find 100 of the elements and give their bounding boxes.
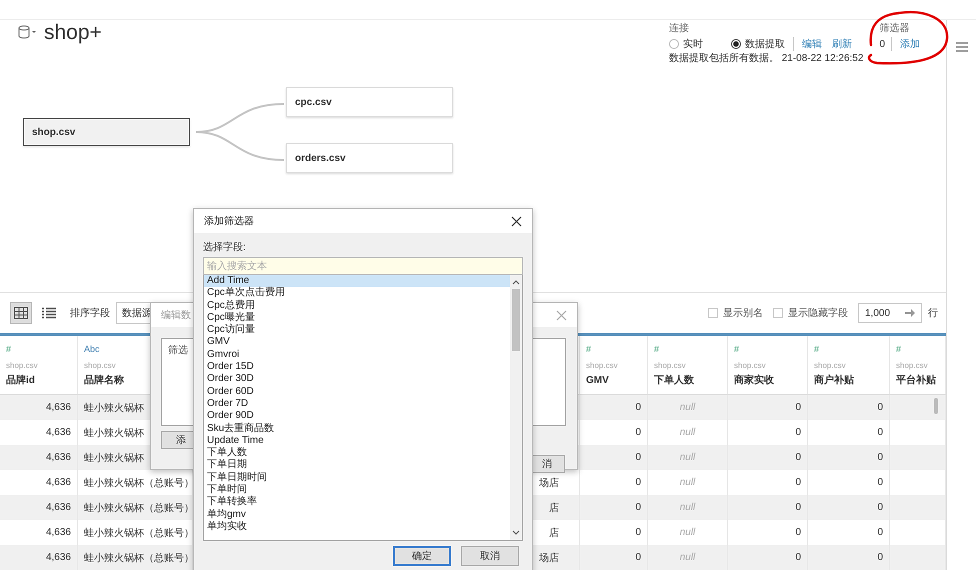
column-source: shop.csv [654,360,686,372]
field-type-icon: # [734,342,740,356]
table-cell-text: 蛙小辣火锅杯（总账号） [84,476,194,490]
table-cell-text: 蛙小辣火锅杯 [84,452,144,464]
field-list-item[interactable]: 下单转换率 [204,496,510,509]
field-type-icon: # [814,342,820,356]
table-cell-text: 蛙小辣火锅杯（总账号） [84,526,194,540]
row-limit-field[interactable]: 1,000 [858,303,922,323]
connection-radio[interactable]: 实时 [668,37,703,51]
table-cell-text: 场店 [539,476,559,490]
table-cell: 4,636 [46,552,71,563]
field-list-item[interactable]: Sku去重商品数 [204,422,510,435]
arrow-right-icon[interactable] [905,309,915,317]
filter-list-item[interactable]: 筛选 [168,345,188,356]
close-icon[interactable] [511,216,522,226]
grid-icon [14,307,28,319]
menu-icon[interactable] [956,42,968,52]
database-icon[interactable] [18,25,38,39]
column-source: shop.csv [896,360,928,372]
column-header[interactable]: 商家实收 [734,374,774,388]
field-list-item[interactable]: 下单时间 [204,484,510,496]
table-node[interactable]: shop.csv [23,118,190,146]
field-list-item[interactable]: Order 30D [204,373,510,386]
table-cell: null [680,552,696,563]
field-list-item[interactable]: Order 15D [204,361,510,374]
add-filter-link[interactable]: 添加 [900,37,920,51]
field-list-item[interactable]: Order 90D [204,410,510,423]
table-cell: 0 [795,502,801,513]
grid-view-button[interactable] [10,302,32,324]
cancel-button[interactable]: 取消 [461,546,519,566]
table-cell-text: 店 [549,526,559,540]
scrollbar[interactable] [934,398,938,414]
field-type-icon: # [654,342,660,356]
table-cell: null [680,427,696,438]
filter-count: 0 [879,38,885,50]
table-cell: 0 [877,477,883,488]
table-cell: 4,636 [46,502,71,513]
column-header[interactable]: GMV [586,374,609,388]
table-cell: 0 [877,452,883,463]
scroll-thumb[interactable] [512,289,520,351]
table-cell: 0 [877,502,883,513]
field-list-item[interactable]: 下单人数 [204,447,510,460]
table-cell-text: 蛙小辣火锅杯（总账号） [84,552,194,564]
scrollbar[interactable] [510,275,522,540]
table-cell: 0 [877,402,883,413]
field-list-item[interactable]: Cpc访问量 [204,324,510,336]
connection-link[interactable]: 刷新 [832,37,852,51]
table-cell: null [680,477,696,488]
column-header[interactable]: 商户补贴 [814,374,854,388]
column-header[interactable]: 下单人数 [654,374,694,388]
field-list-item[interactable]: Cpc曝光量 [204,312,510,324]
field-list-item[interactable]: 下单日期时间 [204,472,510,484]
connection-radio[interactable]: 数据提取 [730,37,785,51]
table-node[interactable]: orders.csv [286,143,453,174]
column-header[interactable]: 平台补贴 [896,374,936,388]
field-list-item[interactable]: GMV [204,336,510,349]
table-cell: 0 [877,552,883,563]
field-list-item[interactable]: 单均gmv [204,508,510,521]
table-node[interactable]: cpc.csv [286,87,453,118]
extract-status: 数据提取包括所有数据。 21-08-22 12:26:52 [668,52,864,66]
table-cell: null [680,527,696,538]
scroll-down-icon[interactable] [512,530,520,536]
sort-label: 排序字段 [70,306,110,320]
filters-label: 筛选器 [879,22,910,36]
table-cell: 0 [635,427,641,438]
table-cell: 4,636 [46,402,71,413]
field-list-item[interactable]: Order 60D [204,386,510,398]
column-source: shop.csv [6,360,38,372]
table-cell: 0 [795,477,801,488]
show-hidden-checkbox[interactable]: 显示隐藏字段 [773,306,848,320]
field-list-item[interactable]: Gmvroi [204,348,510,362]
field-list-item[interactable]: Cpc单次点击费用 [204,287,510,300]
rows-unit: 行 [928,307,938,320]
connection-link[interactable]: 编辑 [802,37,822,51]
table-cell-text: 蛙小辣火锅杯 [84,402,144,414]
table-cell: 0 [795,452,801,463]
table-cell: 0 [795,552,801,563]
show-alias-checkbox[interactable]: 显示别名 [708,306,763,320]
field-list-item[interactable]: 下单日期 [204,459,510,472]
dialog-title: 添加筛选器 [204,214,254,228]
field-list-item[interactable]: Cpc总费用 [204,300,510,312]
field-list-item[interactable]: Order 7D [204,398,510,410]
ok-button[interactable]: 确定 [393,546,451,566]
field-list-item[interactable]: Add Time [204,275,510,288]
field-list-item[interactable]: Update Time [204,434,510,448]
table-cell: 0 [635,552,641,563]
field-type-icon: # [586,342,592,356]
table-cell: 0 [635,477,641,488]
column-header[interactable]: 品牌id [6,374,35,388]
column-header[interactable]: 品牌名称 [84,374,124,388]
scroll-up-icon[interactable] [512,279,520,285]
field-list-item[interactable]: 单均实收 [204,520,510,534]
table-cell-text: 蛙小辣火锅杯 [84,426,144,440]
field-type-icon: # [896,342,902,356]
table-cell: 4,636 [46,427,71,438]
column-source: shop.csv [586,360,618,372]
column-source: shop.csv [814,360,846,372]
table-cell: 0 [795,427,801,438]
table-cell-text: 蛙小辣火锅杯（总账号） [84,502,194,514]
search-field[interactable]: 输入搜索文本 [203,257,523,275]
